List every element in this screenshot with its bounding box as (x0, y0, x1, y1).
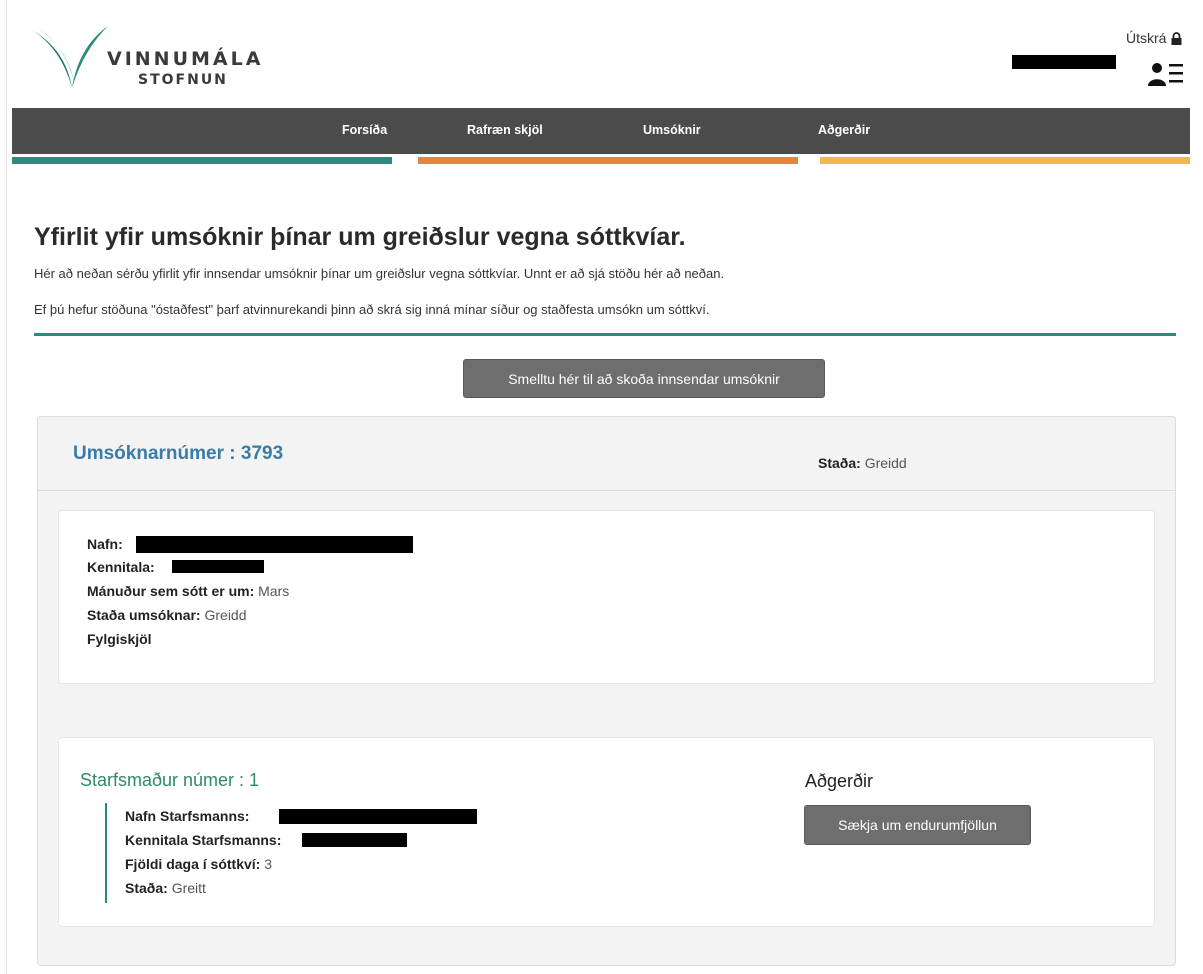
employee-name-label: Nafn Starfsmanns: (125, 808, 250, 824)
employee-name-field: Nafn Starfsmanns: (125, 808, 249, 824)
redacted-employee-name (279, 809, 477, 824)
app-status-label: Staða umsóknar: (87, 607, 201, 623)
application-status: Staða: Greidd (818, 455, 907, 471)
redacted-applicant-name (136, 536, 413, 553)
logo-text-line2: STOFNUN (138, 72, 228, 88)
applicant-name-label: Nafn: (87, 536, 123, 552)
logo-text-line1: VINNUMÁLA (107, 48, 264, 70)
attachments-label: Fylgiskjöl (87, 631, 152, 647)
nav-item-forsida[interactable]: Forsíða (342, 123, 387, 137)
page-left-border (6, 0, 7, 974)
employee-status-label: Staða: (125, 880, 168, 896)
nav-item-adgerdir[interactable]: Aðgerðir (818, 123, 870, 137)
page-title: Yfirlit yfir umsóknir þínar um greiðslur… (34, 223, 686, 251)
application-number: Umsóknarnúmer : 3793 (73, 443, 284, 464)
quarantine-days-field: Fjöldi daga í sóttkví: 3 (125, 856, 272, 872)
section-divider (34, 333, 1176, 336)
employee-details-border (105, 803, 107, 903)
nav-item-umsoknir[interactable]: Umsóknir (643, 123, 701, 137)
quarantine-days-value: 3 (264, 856, 273, 872)
request-reprocessing-button[interactable]: Sækja um endurumfjöllun (804, 805, 1031, 845)
employee-kennitala-field: Kennitala Starfsmanns: (125, 832, 281, 848)
redacted-employee-kennitala (302, 833, 407, 847)
logout-link[interactable]: Útskrá (1126, 30, 1182, 46)
user-menu-icon (1148, 63, 1183, 86)
app-status-value: Greidd (204, 607, 247, 623)
employee-title: Starfsmaður númer : 1 (80, 770, 260, 790)
nav-accent-yellow (820, 157, 1190, 164)
redacted-username (1012, 55, 1116, 69)
applicant-kennitala-label: Kennitala: (87, 559, 155, 575)
nav-accent-orange (418, 157, 798, 164)
nav-item-rafraen-skjol[interactable]: Rafræn skjöl (467, 123, 543, 137)
employee-status-value: Greitt (171, 880, 206, 896)
month-value: Mars (258, 583, 290, 599)
user-menu-button[interactable] (1148, 58, 1188, 90)
view-submitted-applications-button[interactable]: Smelltu hér til að skoða innsendar umsók… (463, 359, 825, 398)
intro-text-2: Ef þú hefur stöðuna "óstaðfest" þarf atv… (34, 302, 710, 317)
month-label: Mánuður sem sótt er um: (87, 583, 255, 599)
main-navigation: Forsíða Rafræn skjöl Umsóknir Aðgerðir (12, 108, 1190, 154)
applicant-name-field: Nafn: (87, 536, 123, 552)
actions-title: Aðgerðir (805, 771, 874, 791)
employee-status-field: Staða: Greitt (125, 880, 206, 896)
quarantine-days-label: Fjöldi daga í sóttkví: (125, 856, 261, 872)
logo-icon (32, 26, 108, 88)
lock-icon (1171, 31, 1182, 45)
nav-accent-teal (12, 157, 392, 164)
month-field: Mánuður sem sótt er um: Mars (87, 583, 289, 599)
applicant-kennitala-field: Kennitala: (87, 559, 155, 575)
panel-header-divider (37, 490, 1176, 491)
logout-label: Útskrá (1126, 30, 1167, 46)
redacted-applicant-kennitala (172, 560, 264, 573)
attachments-field: Fylgiskjöl (87, 631, 152, 647)
vinnumalastofnun-logo[interactable]: VINNUMÁLA STOFNUN (30, 22, 280, 92)
intro-text-1: Hér að neðan sérðu yfirlit yfir innsenda… (34, 266, 725, 281)
application-status-field: Staða umsóknar: Greidd (87, 607, 247, 623)
application-status-value: Greidd (864, 455, 907, 471)
application-status-label: Staða: (818, 455, 861, 471)
employee-kennitala-label: Kennitala Starfsmanns: (125, 832, 282, 848)
